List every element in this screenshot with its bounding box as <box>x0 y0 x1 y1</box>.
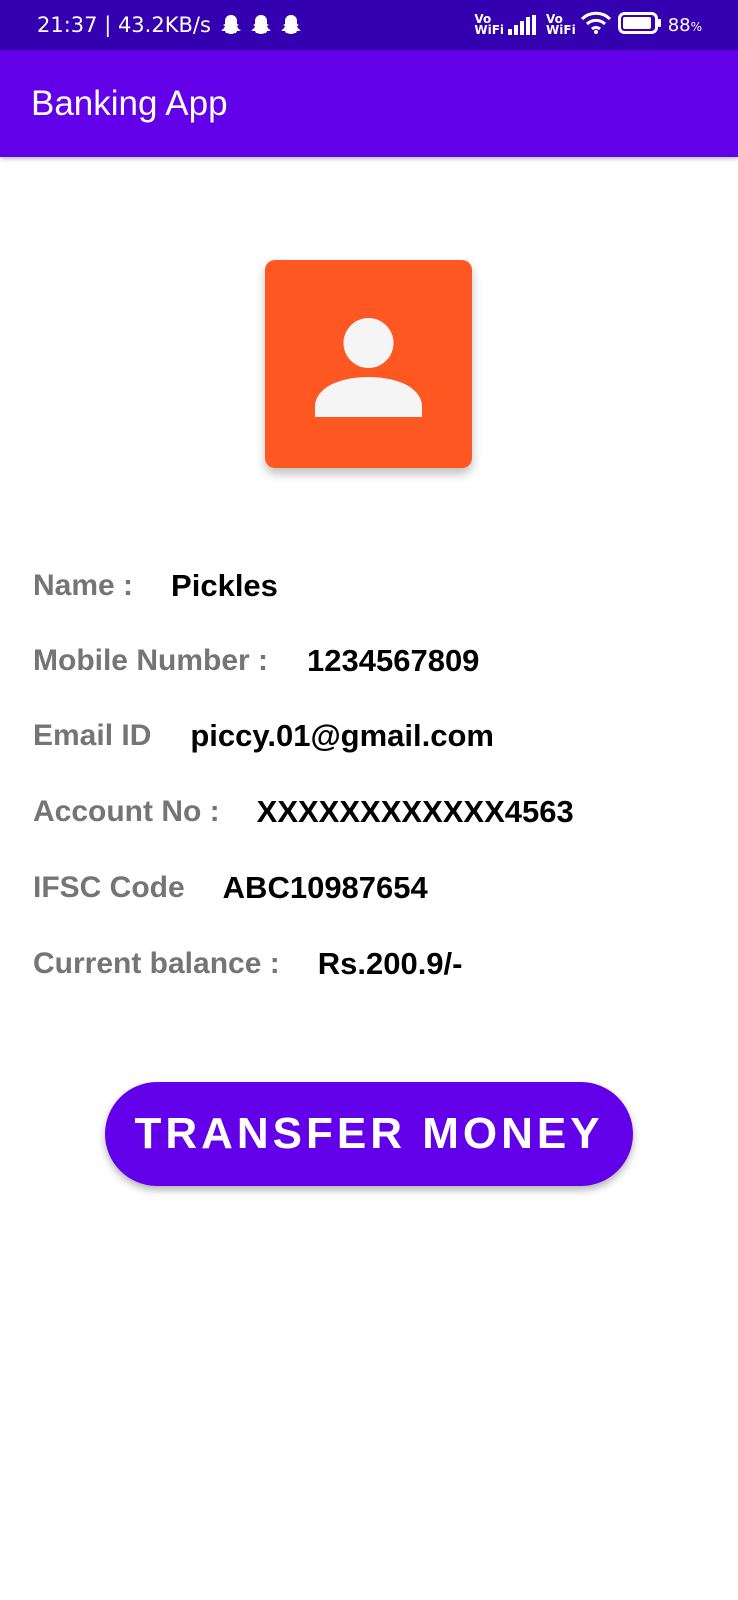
app-title: Banking App <box>31 84 228 123</box>
name-label: Name : <box>33 569 134 602</box>
ifsc-value: ABC10987654 <box>222 870 428 905</box>
profile-avatar <box>265 260 472 468</box>
status-time-speed: 21:37 | 43.2KB/s <box>37 13 211 37</box>
status-left: 21:37 | 43.2KB/s <box>37 0 301 50</box>
snapchat-ghost-icon <box>220 14 241 36</box>
email-row: Email ID piccy.01@gmail.com <box>33 714 494 758</box>
mobile-row: Mobile Number : 1234567809 <box>33 639 479 683</box>
account-row: Account No : XXXXXXXXXXXX4563 <box>33 790 574 834</box>
email-value: piccy.01@gmail.com <box>190 718 494 753</box>
status-right: Vo WiFi Vo WiFi 88% <box>474 0 702 50</box>
name-row: Name : Pickles <box>33 564 278 608</box>
snapchat-ghost-icon <box>250 14 271 36</box>
battery-percentage: 88% <box>668 15 702 36</box>
person-icon <box>315 318 422 417</box>
mobile-value: 1234567809 <box>307 643 480 678</box>
balance-value: Rs.200.9/- <box>317 946 463 981</box>
account-value: XXXXXXXXXXXX4563 <box>256 794 574 829</box>
snapchat-ghost-icon <box>280 14 301 36</box>
battery-icon <box>617 12 662 38</box>
name-value: Pickles <box>171 568 278 603</box>
status-bar: 21:37 | 43.2KB/s Vo WiFi Vo WiFi 88% <box>0 0 738 50</box>
email-label: Email ID <box>33 719 152 752</box>
balance-row: Current balance : Rs.200.9/- <box>33 942 463 986</box>
account-details-screen: 21:37 | 43.2KB/s Vo WiFi Vo WiFi 88% Ban… <box>0 0 738 1600</box>
vowifi-indicator: Vo WiFi <box>546 13 576 37</box>
app-bar: Banking App <box>0 50 738 157</box>
ifsc-label: IFSC Code <box>33 871 185 904</box>
ifsc-row: IFSC Code ABC10987654 <box>33 866 428 910</box>
battery-unit: % <box>690 19 702 34</box>
vowifi-bottom-text: WiFi <box>474 23 505 37</box>
battery-value: 88 <box>667 14 691 36</box>
transfer-money-button[interactable]: TRANSFER MONEY <box>105 1082 633 1186</box>
balance-label: Current balance : <box>33 947 280 980</box>
cellular-signal-icon <box>508 15 538 35</box>
vowifi-indicator: Vo WiFi <box>474 13 505 37</box>
mobile-label: Mobile Number : <box>33 644 269 677</box>
wifi-icon <box>580 11 612 39</box>
account-label: Account No : <box>33 795 220 828</box>
vowifi-bottom-text: WiFi <box>546 23 576 37</box>
